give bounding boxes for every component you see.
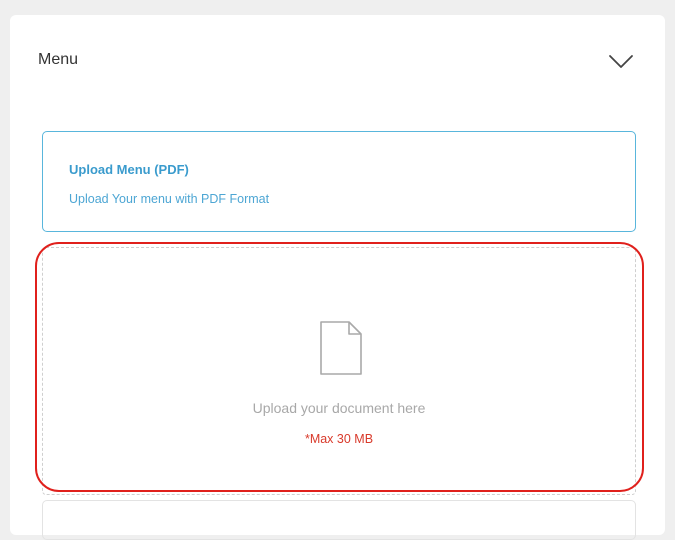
section-title: Menu	[38, 51, 79, 68]
upload-menu-title: Upload Menu (PDF)	[69, 162, 189, 177]
menu-section-header[interactable]: Menu	[10, 15, 665, 105]
menu-section-card: Menu Upload Menu (PDF) Upload Your menu …	[10, 15, 665, 540]
upload-menu-info-box: Upload Menu (PDF) Upload Your menu with …	[42, 131, 636, 232]
next-section-card	[42, 500, 636, 540]
upload-menu-subtitle: Upload Your menu with PDF Format	[69, 192, 270, 206]
chevron-down-icon[interactable]	[607, 51, 635, 71]
max-size-note: *Max 30 MB	[304, 432, 374, 446]
document-dropzone[interactable]: Upload your document here *Max 30 MB	[42, 247, 636, 495]
document-icon	[320, 321, 362, 375]
upload-prompt: Upload your document here	[252, 400, 426, 416]
